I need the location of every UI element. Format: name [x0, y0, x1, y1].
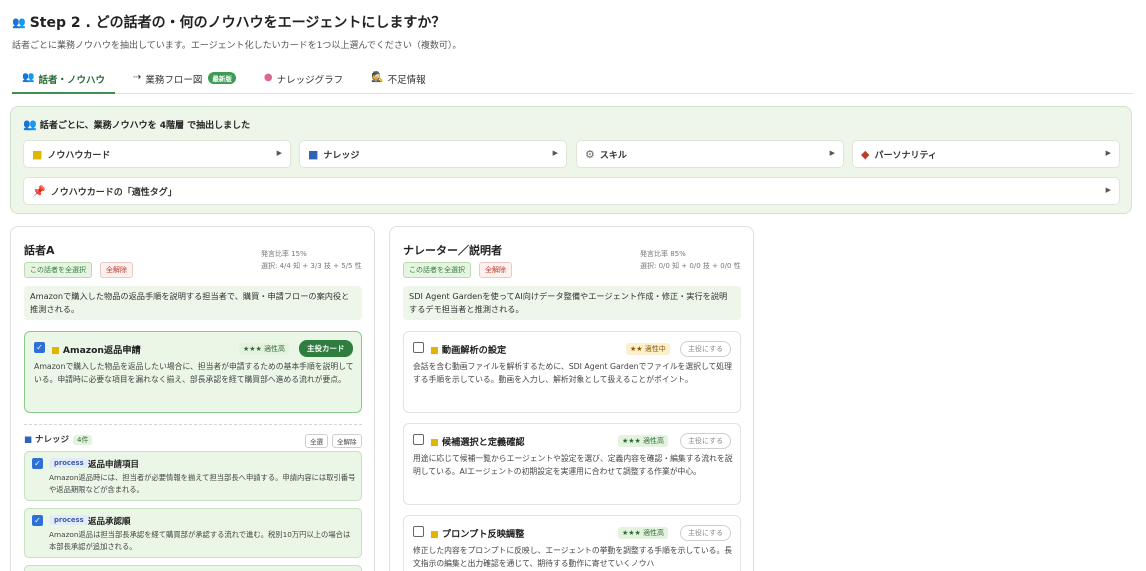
brain-icon: ● [263, 72, 273, 83]
speaker-name: 話者A [24, 244, 55, 257]
process-tag: process [49, 458, 89, 468]
people-icon: 👥 [12, 15, 26, 29]
people-icon: 👥 [22, 72, 35, 83]
knowledge-item-partial[interactable] [24, 565, 362, 571]
mask-icon: ◆ [861, 147, 870, 161]
overview-panel: 👥 話者ごとに、業務ノウハウを 4階層 で抽出しました ■ ノウハウカード ▶ … [10, 106, 1132, 214]
select-all-speaker-button[interactable]: この話者を全選択 [24, 262, 92, 278]
notebook-icon: ■ [32, 147, 43, 161]
tile-knowledge[interactable]: ■ ナレッジ ▶ [299, 140, 567, 168]
knowledge-body: Amazon返品は担当部長承認を経て購買部が承認する流れで進む。税別10万円以上… [49, 530, 351, 551]
detective-icon: 🕵 [371, 72, 384, 83]
knowledge-title: 返品承認順 [88, 517, 131, 527]
expand-arrow-icon: ▶ [552, 149, 558, 157]
knowledge-body: Amazon返品時には、担当者が必要情報を揃えて担当部長へ申請する。申請内容には… [49, 473, 356, 494]
tab-knowledge-graph[interactable]: ● ナレッジグラフ [254, 64, 353, 94]
latest-badge: 最新版 [208, 72, 236, 84]
card-title: ■ プロンプト反映調整 [430, 529, 525, 540]
card-body: 用途に応じて候補一覧からエージェントや設定を選び、定義内容を確認・編集する流れを… [413, 454, 733, 476]
speaker-description: SDI Agent Gardenを使ってAI向けデータ整備やエージェント作成・修… [403, 286, 741, 320]
notebook-icon: ■ [430, 437, 439, 448]
fitness-rating: ★★★ 適性高 [618, 435, 669, 447]
overview-heading: 👥 話者ごとに、業務ノウハウを 4階層 で抽出しました [23, 118, 251, 131]
notebook-icon: ■ [51, 345, 60, 356]
card-body: Amazonで購入した物品を返品したい場合に、担当者が申請するための基本手順を説… [34, 362, 354, 384]
tile-knowhow-card[interactable]: ■ ノウハウカード ▶ [23, 140, 291, 168]
tile-fitness-tag[interactable]: 📌 ノウハウカードの「適性タグ」 ▶ [23, 177, 1120, 205]
card-title: ■ 候補選択と定義確認 [430, 437, 525, 448]
selection-summary: 選択: 4/4 知 + 3/3 技 + 5/5 性 [261, 262, 362, 270]
knowledge-title: 返品申請項目 [88, 460, 140, 470]
speaker-card-narrator: ナレーター／説明者 発言比率 85% 選択: 0/0 知 + 0/0 技 + 0… [389, 226, 754, 571]
page-title-text: Step 2 . どの話者の・何のノウハウをエージェントにしますか？ [29, 15, 446, 31]
tab-business-flow[interactable]: ⇢ 業務フロー図 最新版 [123, 64, 246, 94]
card-checkbox[interactable]: ✓ [34, 342, 45, 353]
card-checkbox[interactable] [413, 342, 424, 353]
tile-personality[interactable]: ◆ パーソナリティ ▶ [852, 140, 1120, 168]
knowledge-select-all-button[interactable]: 全選 [305, 434, 328, 448]
knowledge-item[interactable]: ✓ process 返品承認順 Amazon返品は担当部長承認を経て購買部が承認… [24, 508, 362, 558]
clear-all-button[interactable]: 全解除 [479, 262, 512, 278]
card-body: 修正した内容をプロンプトに反映し、エージェントの挙動を調整する手順を示している。… [413, 546, 733, 568]
main-card-button[interactable]: 主役カード [299, 340, 353, 357]
speaker-card-a: 話者A 発言比率 15% 選択: 4/4 知 + 3/3 技 + 5/5 性 こ… [10, 226, 375, 571]
speech-ratio: 発言比率 15% [261, 250, 307, 258]
make-main-button[interactable]: 主役にする [680, 341, 732, 357]
page-title: 👥 Step 2 . どの話者の・何のノウハウをエージェントにしますか？ [12, 12, 445, 32]
page-subtitle: 話者ごとに業務ノウハウを抽出しています。エージェント化したいカードを1つ以上選ん… [12, 41, 462, 51]
tile-skill[interactable]: ⚙ スキル ▶ [576, 140, 844, 168]
card-title: ■ 動画解析の設定 [430, 345, 507, 356]
knowhow-card-video-analysis[interactable]: ■ 動画解析の設定 ★★ 適性中 主役にする 会話を含む動画ファイルを解析するた… [403, 331, 741, 413]
select-all-speaker-button[interactable]: この話者を全選択 [403, 262, 471, 278]
fitness-rating: ★★★ 適性高 [618, 527, 669, 539]
knowledge-checkbox[interactable]: ✓ [32, 458, 43, 469]
knowhow-card-candidate-selection[interactable]: ■ 候補選択と定義確認 ★★★ 適性高 主役にする 用途に応じて候補一覧からエー… [403, 423, 741, 505]
notebook-icon: ■ [430, 529, 439, 540]
fitness-rating: ★★ 適性中 [626, 343, 670, 355]
make-main-button[interactable]: 主役にする [680, 433, 732, 449]
pin-icon: 📌 [32, 184, 46, 198]
knowledge-section-heading: ■ ナレッジ 4件 [24, 433, 93, 445]
knowhow-card-prompt-adjustment[interactable]: ■ プロンプト反映調整 ★★★ 適性高 主役にする 修正した内容をプロンプトに反… [403, 515, 741, 571]
knowledge-item[interactable]: ✓ process 返品申請項目 Amazon返品時には、担当者が必要情報を揃え… [24, 451, 362, 501]
card-checkbox[interactable] [413, 434, 424, 445]
selection-summary: 選択: 0/0 知 + 0/0 技 + 0/0 性 [640, 262, 741, 270]
knowhow-card-amazon-return[interactable]: ✓ ■ Amazon返品申請 ★★★ 適性高 主役カード Amazonで購入した… [24, 331, 362, 413]
clear-all-button[interactable]: 全解除 [100, 262, 133, 278]
tab-missing-info[interactable]: 🕵 不足情報 [361, 64, 435, 94]
make-main-button[interactable]: 主役にする [680, 525, 732, 541]
expand-arrow-icon: ▶ [829, 149, 835, 157]
notebook-icon: ■ [430, 345, 439, 356]
tab-bar: 👥 話者・ノウハウ ⇢ 業務フロー図 最新版 ● ナレッジグラフ 🕵 不足情報 [12, 64, 1133, 94]
card-body: 会話を含む動画ファイルを解析するために、SDI Agent Gardenでファイ… [413, 362, 732, 384]
divider [24, 424, 362, 425]
speech-ratio: 発言比率 85% [640, 250, 686, 258]
knowledge-count: 4件 [73, 435, 93, 445]
card-title: ■ Amazon返品申請 [51, 345, 141, 356]
gear-icon: ⚙ [585, 147, 595, 161]
knowledge-clear-button[interactable]: 全解除 [332, 434, 362, 448]
knowledge-checkbox[interactable]: ✓ [32, 515, 43, 526]
expand-arrow-icon: ▶ [1105, 149, 1111, 157]
card-checkbox[interactable] [413, 526, 424, 537]
expand-arrow-icon: ▶ [276, 149, 282, 157]
book-icon: ■ [308, 147, 319, 161]
process-tag: process [49, 515, 89, 525]
expand-arrow-icon: ▶ [1105, 186, 1111, 194]
tab-speakers-knowhow[interactable]: 👥 話者・ノウハウ [12, 64, 115, 94]
speaker-name: ナレーター／説明者 [403, 244, 502, 257]
flow-icon: ⇢ [132, 72, 142, 83]
book-icon: ■ [24, 435, 33, 445]
people-icon: 👥 [23, 118, 37, 131]
speaker-description: Amazonで購入した物品の返品手順を説明する担当者で、購買・申請フローの案内役… [24, 286, 362, 320]
fitness-rating: ★★★ 適性高 [239, 343, 290, 355]
